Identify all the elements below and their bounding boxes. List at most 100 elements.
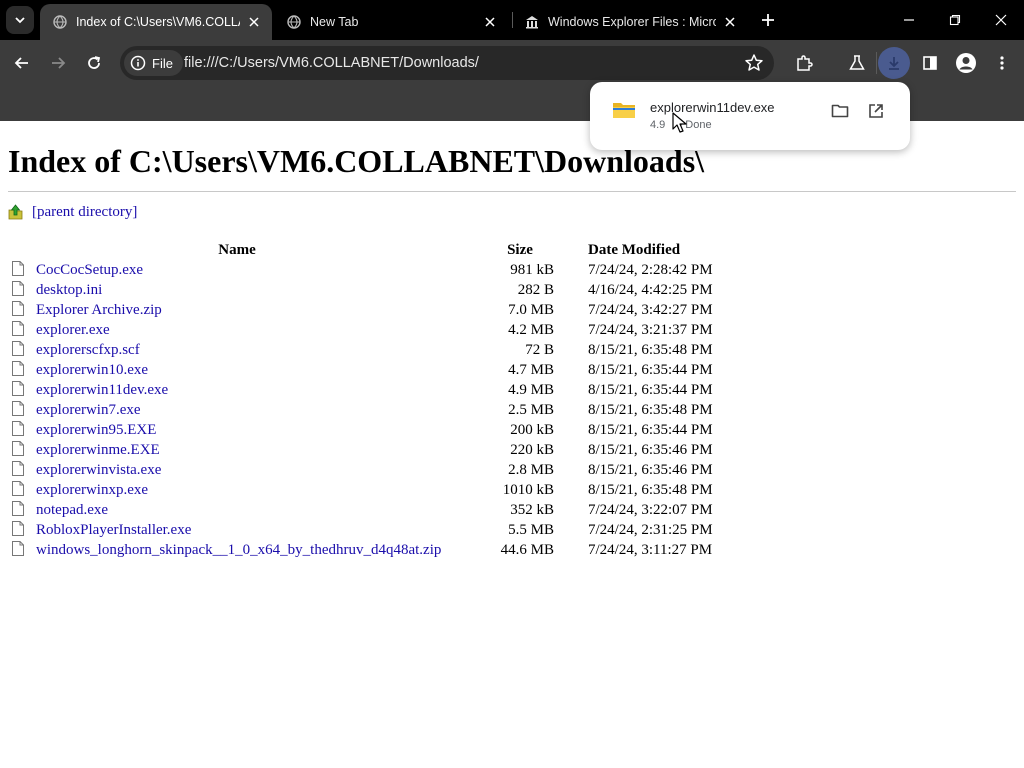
file-link[interactable]: explorerwin10.exe (36, 362, 148, 378)
minimize-button[interactable] (886, 0, 932, 40)
globe-icon (52, 14, 68, 30)
page-title: Index of C:\Users\VM6.COLLABNET\Download… (8, 143, 705, 179)
table-row: explorerwinme.EXE 220 kB 8/15/21, 6:35:46 … (8, 440, 724, 460)
column-header-name[interactable]: Name (8, 240, 466, 260)
star-icon[interactable] (744, 53, 764, 73)
directory-listing-page: Index of C:\Users\VM6.COLLABNET\Download… (8, 121, 1016, 560)
tab-search-button[interactable] (6, 6, 34, 34)
file-size-cell: 4.7 MB (508, 361, 554, 378)
museum-icon (524, 14, 540, 30)
file-icon (12, 401, 24, 416)
plus-icon (762, 14, 774, 26)
close-icon[interactable] (722, 14, 738, 30)
browser-toolbar: File file:///C:/Users/VM6.COLLABNET/Down… (0, 40, 1024, 86)
file-link[interactable]: CocCocSetup.exe (36, 262, 143, 278)
file-size-cell: 2.5 MB (508, 401, 554, 418)
file-link[interactable]: explorerwin7.exe (36, 402, 141, 418)
table-row: explorerwinvista.exe 2.8 MB 8/15/21, 6:35:… (8, 460, 724, 480)
file-name-cell: desktop.ini (8, 280, 466, 300)
side-panel-button[interactable] (916, 49, 944, 77)
file-size-cell: 72 B (525, 341, 554, 358)
restore-button[interactable] (932, 0, 978, 40)
close-icon (995, 14, 1007, 26)
side-panel-icon (923, 56, 937, 70)
file-date-cell: 7/24/24, 2:28:42 PM (588, 261, 713, 278)
column-header-size[interactable]: Size (466, 240, 554, 260)
tab-index-downloads[interactable]: Index of C:\Users\VM6.COLLAB (40, 4, 272, 40)
download-filename[interactable]: explorerwin11dev.exe (650, 100, 775, 115)
file-size-cell: 4.2 MB (508, 321, 554, 338)
file-icon (12, 541, 24, 556)
file-size-cell: 220 kB (510, 441, 554, 458)
table-row: explorer.exe 4.2 MB 7/24/24, 3:21:37 PM (8, 320, 724, 340)
column-header-date[interactable]: Date Modified (554, 240, 724, 260)
file-size-cell: 2.8 MB (508, 461, 554, 478)
file-link[interactable]: explorerwinme.EXE (36, 442, 160, 458)
file-icon (12, 501, 24, 516)
forward-button[interactable] (44, 49, 72, 77)
file-link[interactable]: explorerscfxp.scf (36, 342, 140, 358)
tab-strip: Index of C:\Users\VM6.COLLAB New Tab Win… (0, 0, 1024, 40)
tab-new-tab[interactable]: New Tab (274, 4, 508, 40)
folder-icon (613, 103, 635, 118)
divider (8, 191, 1016, 192)
file-link[interactable]: windows_longhorn_skinpack__1_0_x64_by_th… (36, 542, 441, 558)
downloads-button[interactable] (878, 47, 910, 79)
file-link[interactable]: notepad.exe (36, 502, 108, 518)
extensions-button[interactable] (790, 49, 818, 77)
file-size-cell: 4.9 MB (508, 381, 554, 398)
file-date-cell: 7/24/24, 3:42:27 PM (588, 301, 713, 318)
file-date-cell: 7/24/24, 3:22:07 PM (588, 501, 713, 518)
folder-icon (831, 104, 849, 118)
file-icon (12, 341, 24, 356)
file-date-cell: 8/15/21, 6:35:44 PM (588, 421, 713, 438)
site-info-chip[interactable]: File (124, 50, 183, 76)
file-icon (12, 521, 24, 536)
file-link[interactable]: Explorer Archive.zip (36, 302, 162, 318)
close-icon[interactable] (246, 14, 262, 30)
file-link[interactable]: RobloxPlayerInstaller.exe (36, 522, 191, 538)
file-link[interactable]: explorerwinxp.exe (36, 482, 148, 498)
file-size-cell: 981 kB (510, 261, 554, 278)
file-link[interactable]: desktop.ini (36, 282, 102, 298)
reload-button[interactable] (80, 49, 108, 77)
tab-windows-explorer-files[interactable]: Windows Explorer Files : Micro (512, 4, 748, 40)
close-window-button[interactable] (978, 0, 1024, 40)
address-bar[interactable]: File file:///C:/Users/VM6.COLLABNET/Down… (120, 46, 774, 80)
profile-icon (956, 53, 976, 73)
labs-button[interactable] (843, 49, 871, 77)
file-name-cell: explorerwinvista.exe (8, 460, 466, 480)
file-size-cell: 352 kB (510, 501, 554, 518)
parent-directory-link[interactable]: [parent directory] (32, 204, 137, 221)
file-name-cell: RobloxPlayerInstaller.exe (8, 520, 466, 540)
restore-icon (949, 14, 961, 26)
file-name-cell: notepad.exe (8, 500, 466, 520)
up-folder-icon (8, 204, 23, 220)
toolbar-separator (876, 52, 877, 74)
table-row: explorerwin95.EXE 200 kB 8/15/21, 6:35:44 … (8, 420, 724, 440)
file-icon (12, 281, 24, 296)
back-button[interactable] (8, 49, 36, 77)
file-date-cell: 8/15/21, 6:35:48 PM (588, 481, 713, 498)
file-link[interactable]: explorerwin11dev.exe (36, 382, 168, 398)
file-icon (12, 441, 24, 456)
file-link[interactable]: explorer.exe (36, 322, 110, 338)
profile-button[interactable] (952, 49, 980, 77)
chrome-menu-button[interactable] (988, 49, 1016, 77)
file-size-cell: 44.6 MB (500, 541, 554, 558)
file-link[interactable]: explorerwin95.EXE (36, 422, 156, 438)
close-icon[interactable] (482, 14, 498, 30)
reload-icon (88, 56, 101, 69)
table-row: explorerwin7.exe 2.5 MB 8/15/21, 6:35:48 P… (8, 400, 724, 420)
new-tab-button[interactable] (756, 8, 780, 32)
file-date-cell: 8/15/21, 6:35:46 PM (588, 441, 713, 458)
table-row: windows_longhorn_skinpack__1_0_x64_by_th… (8, 540, 724, 560)
url-text[interactable]: file:///C:/Users/VM6.COLLABNET/Downloads… (184, 46, 479, 80)
file-name-cell: explorerwin10.exe (8, 360, 466, 380)
file-link[interactable]: explorerwinvista.exe (36, 462, 161, 478)
table-row: explorerwinxp.exe 1010 kB 8/15/21, 6:35:48… (8, 480, 724, 500)
open-file-button[interactable] (865, 100, 887, 122)
show-in-folder-button[interactable] (829, 100, 851, 122)
file-size-cell: 7.0 MB (508, 301, 554, 318)
file-name-cell: explorerwin11dev.exe (8, 380, 466, 400)
